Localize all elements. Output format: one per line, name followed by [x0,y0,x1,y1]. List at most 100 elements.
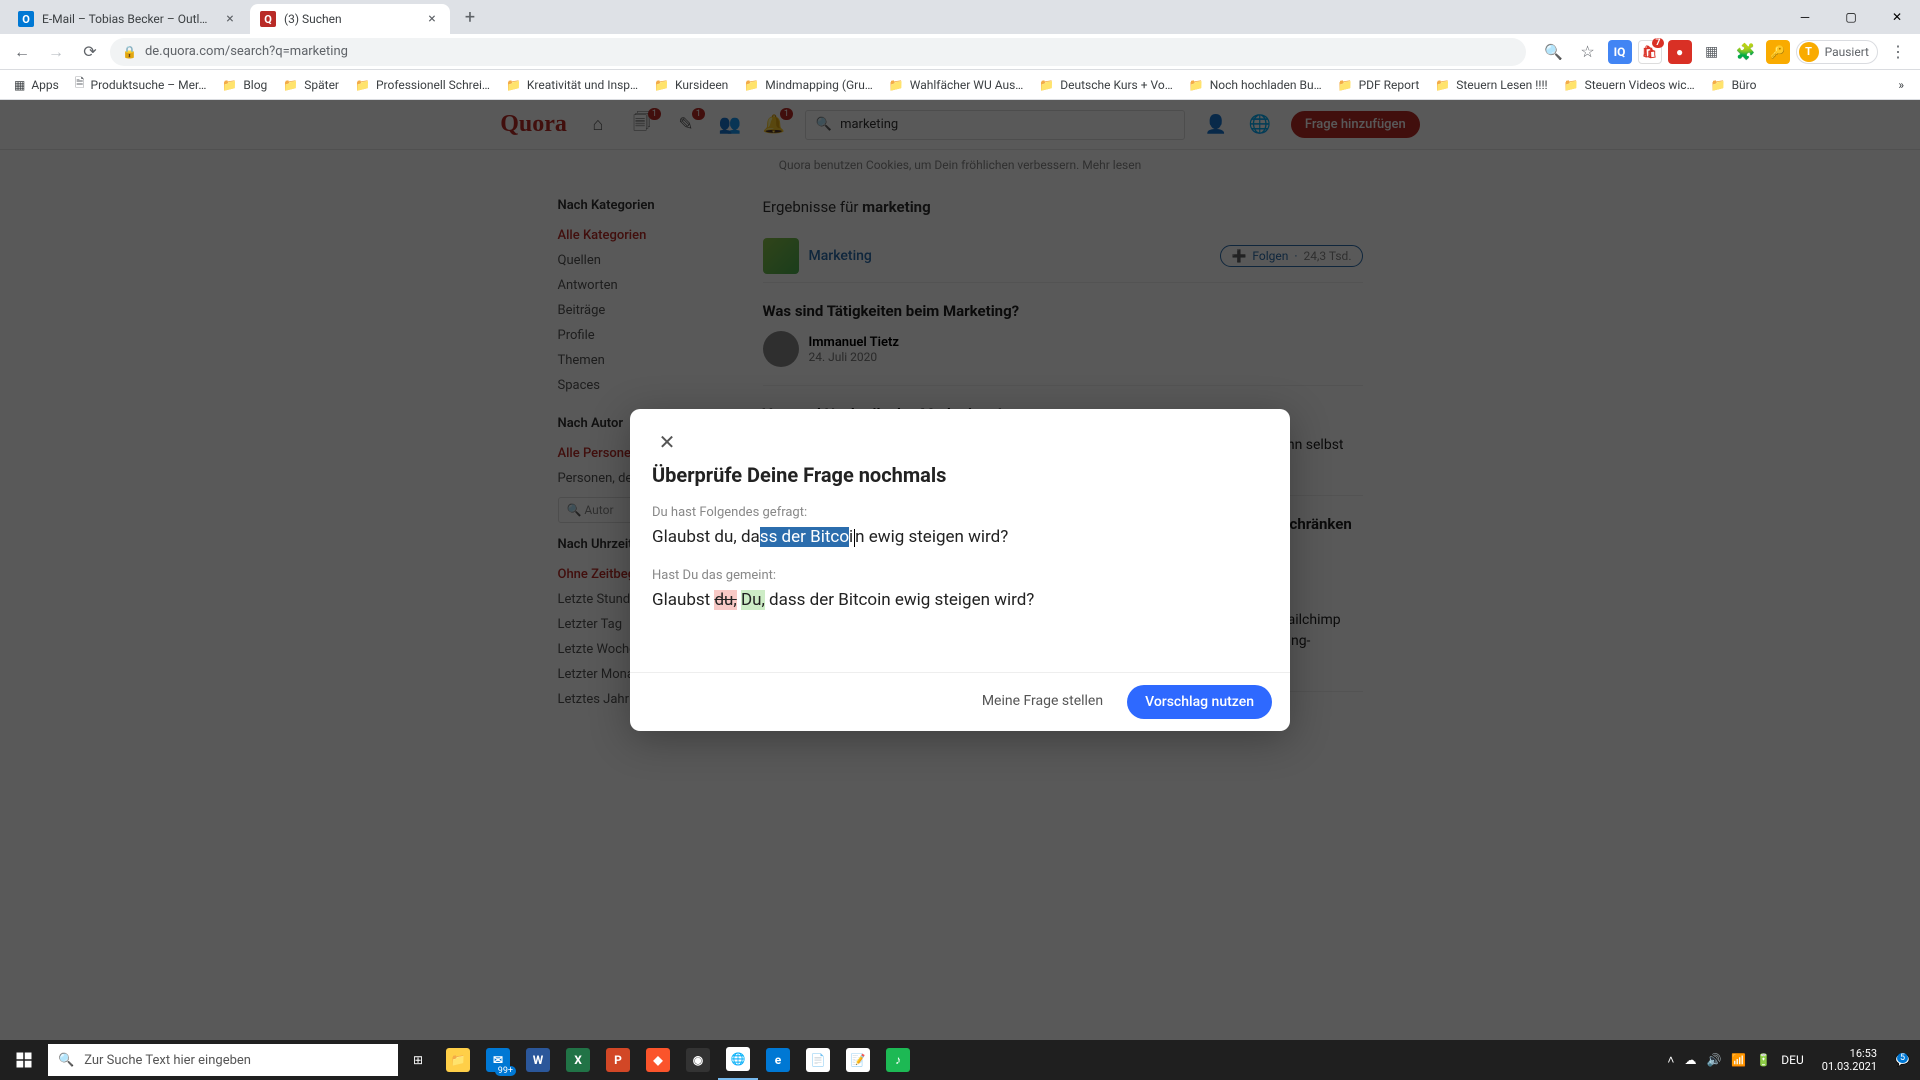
extension-icon-2[interactable]: 🛍7 [1638,40,1662,64]
url-text: de.quora.com/search?q=marketing [145,44,348,59]
window-close-button[interactable]: ✕ [1874,0,1920,34]
tab-title: E-Mail – Tobias Becker – Outlook [42,12,214,26]
taskbar-app-word[interactable]: W [518,1040,558,1080]
profile-chip[interactable]: T Pausiert [1796,40,1878,64]
bookmark-item[interactable]: 🗎Produktsuche – Mer… [69,70,213,99]
windows-taskbar: 🔍 Zur Suche Text hier eingeben ⊞ 📁 ✉99+ … [0,1040,1920,1080]
text-selection: ss der Bitco [760,527,849,547]
modal-label-asked: Du hast Folgendes gefragt: [652,505,1268,520]
folder-icon: 📁 [1564,78,1579,92]
task-view-button[interactable]: ⊞ [398,1040,438,1080]
window-minimize-button[interactable]: ─ [1782,0,1828,34]
taskbar-app-notepad[interactable]: 📄 [798,1040,838,1080]
search-icon: 🔍 [58,1053,74,1068]
bookmark-folder[interactable]: 📁Steuern Videos wic… [1558,74,1701,96]
browser-titlebar: O E-Mail – Tobias Becker – Outlook × Q (… [0,0,1920,34]
tray-chevron-icon[interactable]: ˄ [1667,1053,1674,1067]
tray-battery-icon[interactable]: 🔋 [1756,1053,1771,1067]
browser-toolbar: ← → ⟳ 🔒 de.quora.com/search?q=marketing … [0,34,1920,70]
page-icon: 🗎 [75,74,85,95]
modal-label-meant: Hast Du das gemeint: [652,568,1268,583]
new-tab-button[interactable]: + [456,3,484,31]
diff-added: Du, [741,590,765,610]
bookmarks-overflow-icon[interactable]: » [1890,74,1912,96]
back-button[interactable]: ← [8,38,36,66]
lock-icon: 🔒 [122,45,137,59]
bookmark-folder[interactable]: 📁Kreativität und Insp… [500,74,644,96]
extension-key-icon[interactable]: 🔑 [1766,40,1790,64]
use-suggestion-button[interactable]: Vorschlag nutzen [1127,685,1272,719]
start-button[interactable] [0,1040,48,1080]
folder-icon: 📁 [355,78,370,92]
taskbar-app-spotify[interactable]: ♪ [878,1040,918,1080]
ask-my-question-button[interactable]: Meine Frage stellen [968,685,1117,719]
taskbar-app-edge[interactable]: e [758,1040,798,1080]
bookmark-folder[interactable]: 📁Wahlfächer WU Aus… [883,74,1029,96]
extension-adblock-icon[interactable]: ● [1668,40,1692,64]
browser-menu-icon[interactable]: ⋮ [1884,38,1912,66]
folder-icon: 📁 [1338,78,1353,92]
taskbar-app-chrome[interactable]: 🌐 [718,1040,758,1080]
forward-button[interactable]: → [42,38,70,66]
folder-icon: 📁 [222,78,237,92]
favicon-outlook: O [18,11,34,27]
tray-wifi-icon[interactable]: 📶 [1731,1053,1746,1067]
browser-tab-outlook[interactable]: O E-Mail – Tobias Becker – Outlook × [8,4,248,34]
folder-icon: 📁 [283,78,298,92]
tray-volume-icon[interactable]: 🔊 [1706,1053,1721,1067]
taskbar-clock[interactable]: 16:53 01.03.2021 [1814,1047,1885,1073]
browser-tab-quora[interactable]: Q (3) Suchen × [250,4,450,34]
taskbar-app-excel[interactable]: X [558,1040,598,1080]
tray-cloud-icon[interactable]: ☁ [1684,1053,1696,1067]
folder-icon: 📁 [889,78,904,92]
taskbar-app-obs[interactable]: ◉ [678,1040,718,1080]
apps-button[interactable]: ▦Apps [8,74,65,96]
apps-icon: ▦ [14,78,25,92]
action-center-button[interactable]: 💬5 [1895,1053,1910,1067]
tab-close-icon[interactable]: × [222,11,238,27]
modal-close-button[interactable]: ✕ [652,427,682,457]
taskbar-app-brave[interactable]: ◆ [638,1040,678,1080]
bookmark-folder[interactable]: 📁Steuern Lesen !!!! [1429,74,1553,96]
extensions-puzzle-icon[interactable]: 🧩 [1732,38,1760,66]
favicon-quora: Q [260,11,276,27]
diff-removed: du, [714,590,736,610]
search-placeholder: Zur Suche Text hier eingeben [84,1053,251,1068]
bookmark-folder[interactable]: 📁Professionell Schrei… [349,74,496,96]
taskbar-search-input[interactable]: 🔍 Zur Suche Text hier eingeben [48,1044,398,1076]
taskbar-app-powerpoint[interactable]: P [598,1040,638,1080]
folder-icon: 📁 [1039,78,1054,92]
taskbar-app-notes[interactable]: 📝 [838,1040,878,1080]
modal-overlay[interactable]: ✕ Überprüfe Deine Frage nochmals Du hast… [0,100,1920,1040]
address-bar[interactable]: 🔒 de.quora.com/search?q=marketing [110,38,1526,66]
bookmark-folder[interactable]: 📁Noch hochladen Bu… [1183,74,1328,96]
taskbar-app-mail[interactable]: ✉99+ [478,1040,518,1080]
bookmark-folder[interactable]: 📁Mindmapping (Gru… [738,74,879,96]
zoom-icon[interactable]: 🔍 [1540,38,1568,66]
bookmark-folder[interactable]: 📁Deutsche Kurs + Vo… [1033,74,1178,96]
bookmarks-bar: ▦Apps 🗎Produktsuche – Mer… 📁Blog 📁Später… [0,70,1920,100]
bookmark-folder[interactable]: 📁Büro [1705,74,1763,96]
bookmark-folder[interactable]: 📁Blog [216,74,273,96]
bookmark-folder[interactable]: 📁Später [277,74,345,96]
window-controls: ─ ▢ ✕ [1782,0,1920,34]
reload-button[interactable]: ⟳ [76,38,104,66]
profile-avatar: T [1799,42,1819,62]
modal-footer: Meine Frage stellen Vorschlag nutzen [630,672,1290,731]
page-content: Quora ⌂ 🗐1 ✎1 👥 🔔1 🔍 marketing 👤 🌐 Frage… [0,100,1920,1040]
window-maximize-button[interactable]: ▢ [1828,0,1874,34]
extension-icon-1[interactable]: IQ [1608,40,1632,64]
folder-icon: 📁 [654,78,669,92]
tray-language[interactable]: DEU [1781,1053,1803,1067]
tab-close-icon[interactable]: × [424,11,440,27]
taskbar-app-explorer[interactable]: 📁 [438,1040,478,1080]
folder-icon: 📁 [506,78,521,92]
original-question-text[interactable]: Glaubst du, dass der Bitcoin ewig steige… [652,526,1268,550]
folder-icon: 📁 [744,78,759,92]
bookmark-folder[interactable]: 📁PDF Report [1332,74,1426,96]
suggested-question-text: Glaubst du, Du, dass der Bitcoin ewig st… [652,589,1268,613]
bookmark-star-icon[interactable]: ☆ [1574,38,1602,66]
extension-qr-icon[interactable]: ▦ [1698,38,1726,66]
folder-icon: 📁 [1435,78,1450,92]
bookmark-folder[interactable]: 📁Kursideen [648,74,734,96]
